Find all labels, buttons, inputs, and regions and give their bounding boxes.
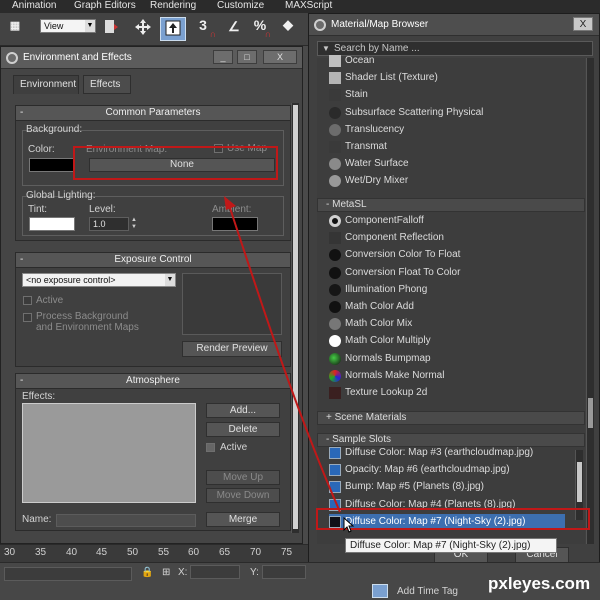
y-label: Y:: [250, 567, 259, 578]
timeline-tick: 60: [188, 547, 200, 558]
timeline-tick: 50: [127, 547, 139, 558]
add-time-tag-label[interactable]: Add Time Tag: [397, 586, 458, 597]
x-coordinate-field[interactable]: [190, 565, 240, 579]
timeline-tick: 65: [219, 547, 231, 558]
status-prompt-field[interactable]: [4, 567, 132, 581]
timeline[interactable]: 30 35 40 45 50 55 60 65 70 75: [0, 544, 308, 562]
timeline-tick: 55: [158, 547, 170, 558]
lock-icon[interactable]: 🔒: [141, 567, 153, 578]
timeline-tick: 30: [4, 547, 16, 558]
timeline-tick: 45: [96, 547, 108, 558]
timeline-tick: 35: [35, 547, 47, 558]
absolute-mode-icon[interactable]: ⊞: [162, 567, 170, 578]
add-time-tag-icon[interactable]: [372, 584, 388, 598]
tooltip: Diffuse Color: Map #7 (Night-Sky (2).jpg…: [345, 538, 557, 553]
annotation-arrow-line: [229, 207, 341, 513]
mouse-cursor-icon: [343, 517, 355, 533]
timeline-tick: 40: [66, 547, 78, 558]
watermark: pxleyes.com: [488, 574, 591, 593]
timeline-tick: 75: [281, 547, 293, 558]
y-coordinate-field[interactable]: [262, 565, 306, 579]
timeline-tick: 70: [250, 547, 262, 558]
x-label: X:: [178, 567, 188, 578]
annotation-arrow: [224, 196, 341, 513]
annotation-arrowhead: [224, 196, 236, 210]
